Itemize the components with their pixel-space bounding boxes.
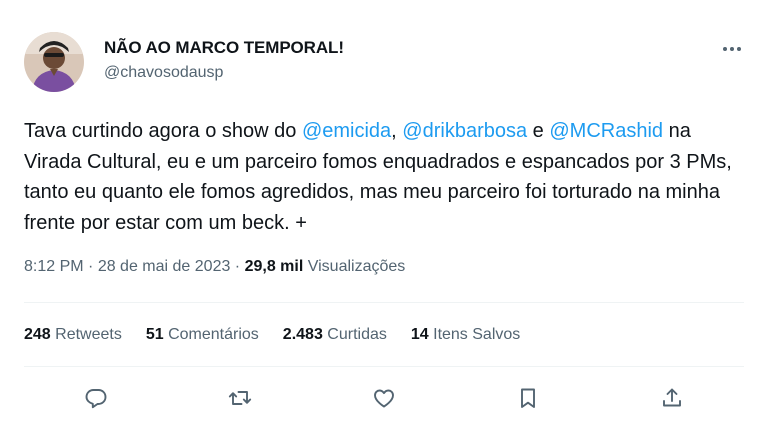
views-label: Visualizações [303, 258, 406, 275]
tweet-time[interactable]: 8:12 PM [24, 258, 84, 275]
comments-label: Comentários [163, 326, 259, 343]
saves-label: Itens Salvos [428, 326, 521, 343]
tweet-meta: 8:12 PM · 28 de mai de 2023 · 29,8 mil V… [24, 258, 405, 276]
bookmark-button[interactable] [508, 380, 548, 420]
author-name[interactable]: NÃO AO MARCO TEMPORAL! [104, 38, 344, 58]
comments-count: 51 [145, 326, 164, 343]
retweet-button[interactable] [220, 380, 260, 420]
tweet-text-segment: e [527, 120, 550, 142]
tweet-text-segment: , [391, 120, 403, 142]
divider [24, 302, 744, 303]
share-icon [660, 386, 684, 415]
heart-icon [372, 386, 396, 415]
views-count: 29,8 mil [244, 258, 304, 275]
retweets-label: Retweets [50, 326, 122, 343]
likes-count: 2.483 [282, 326, 323, 343]
saves-stat[interactable]: 14 Itens Salvos [411, 326, 520, 343]
reply-button[interactable] [76, 380, 116, 420]
mention-link-emicida[interactable]: @emicida [302, 120, 391, 142]
divider [24, 366, 744, 367]
tweet-text-segment: Tava curtindo agora o show do [24, 120, 302, 142]
avatar[interactable] [24, 32, 84, 92]
likes-stat[interactable]: 2.483 Curtidas [283, 326, 387, 343]
tweet-card: NÃO AO MARCO TEMPORAL! @chavosodausp Tav… [0, 0, 768, 444]
like-button[interactable] [364, 380, 404, 420]
likes-label: Curtidas [322, 326, 387, 343]
more-options-button[interactable] [716, 34, 748, 62]
meta-separator: · [230, 258, 245, 275]
action-bar [0, 380, 768, 420]
mention-link-drikbarbosa[interactable]: @drikbarbosa [402, 120, 527, 142]
saves-count: 14 [410, 326, 429, 343]
author-handle[interactable]: @chavosodausp [104, 64, 223, 82]
meta-separator: · [83, 258, 98, 275]
engagement-stats: 248 Retweets 51 Comentários 2.483 Curtidas… [24, 326, 544, 344]
more-icon [722, 39, 742, 57]
retweets-count: 248 [24, 326, 51, 343]
mention-link-mcrashid[interactable]: @MCRashid [549, 120, 663, 142]
retweet-icon [228, 386, 252, 415]
bookmark-icon [516, 386, 540, 415]
comments-stat[interactable]: 51 Comentários [146, 326, 259, 343]
tweet-text: Tava curtindo agora o show do @emicida, … [24, 116, 749, 238]
retweets-stat[interactable]: 248 Retweets [24, 326, 122, 343]
share-button[interactable] [652, 380, 692, 420]
reply-icon [84, 386, 108, 415]
tweet-date[interactable]: 28 de mai de 2023 [98, 258, 231, 275]
